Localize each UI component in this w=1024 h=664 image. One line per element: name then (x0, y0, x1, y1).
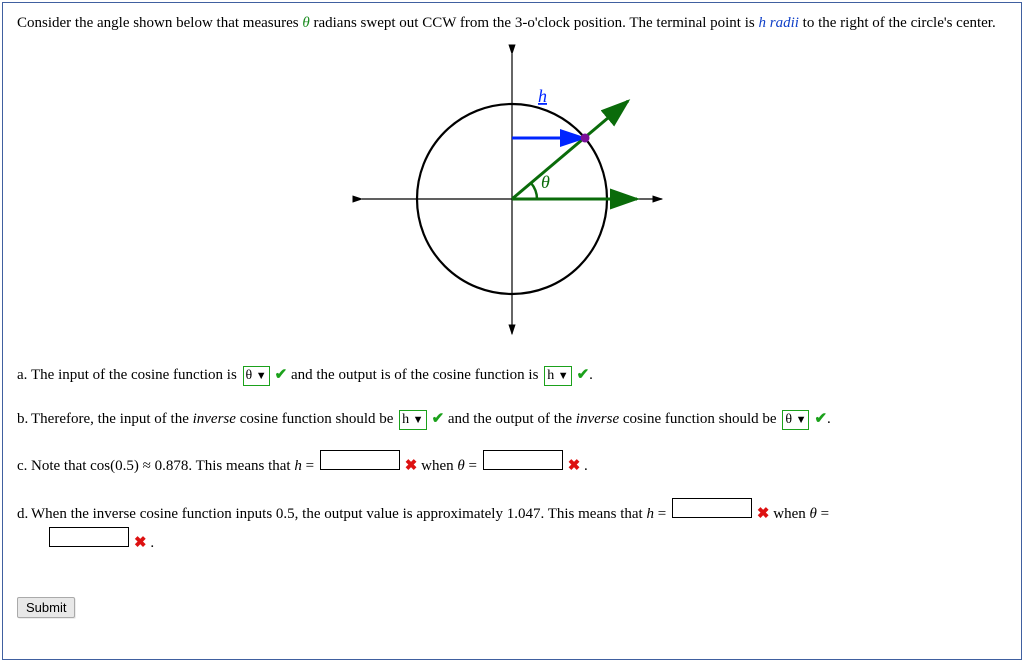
part-b-t4: cosine function should be (619, 411, 780, 427)
check-icon: ✔ (432, 411, 445, 427)
part-d-theta: θ (809, 506, 816, 522)
part-a-select-1[interactable]: θ ▼ (243, 366, 270, 386)
part-a-select-2-value: h (547, 368, 554, 383)
intro-mid: radians swept out CCW from the 3-o'clock… (310, 15, 759, 31)
chevron-down-icon: ▼ (796, 414, 807, 426)
part-c-h: h (294, 458, 302, 474)
part-d-eq2: = (817, 506, 829, 522)
part-b: b. Therefore, the input of the inverse c… (17, 407, 1007, 433)
part-d-h: h (646, 506, 654, 522)
check-icon: ✔ (577, 367, 590, 383)
x-icon: ✖ (757, 506, 770, 522)
part-c-t1: Note that cos(0.5) ≈ 0.878. This means t… (31, 458, 294, 474)
part-a-select-2[interactable]: h ▼ (544, 366, 571, 386)
x-icon: ✖ (568, 458, 581, 474)
part-c-eq2: = (465, 458, 481, 474)
part-d-dot: . (147, 535, 155, 551)
part-a-select-1-value: θ (246, 368, 253, 383)
figure-container: θ h (17, 39, 1007, 339)
part-c-dot: . (580, 458, 588, 474)
intro-paragraph: Consider the angle shown below that meas… (17, 13, 1007, 33)
intro-h-radii: h radii (758, 15, 798, 31)
part-d-when: when (769, 506, 809, 522)
figure-theta-label: θ (541, 172, 550, 192)
part-a-t2: and the output is of the cosine function… (287, 367, 542, 383)
part-b-select-2[interactable]: θ ▼ (782, 410, 809, 430)
part-b-t1: Therefore, the input of the (31, 411, 193, 427)
part-b-inverse-2: inverse (576, 411, 619, 427)
intro-post: to the right of the circle's center. (799, 15, 996, 31)
part-c-label: c. (17, 454, 31, 480)
part-c-when: when (417, 458, 457, 474)
problem-frame: Consider the angle shown below that meas… (2, 2, 1022, 660)
part-b-t5: . (827, 411, 831, 427)
part-d-eq1: = (654, 506, 670, 522)
part-b-t3: and the output of the (444, 411, 576, 427)
part-c-input-theta[interactable] (483, 450, 563, 470)
check-icon: ✔ (275, 367, 288, 383)
part-c-theta: θ (457, 458, 464, 474)
check-icon: ✔ (814, 411, 827, 427)
part-c-eq1: = (302, 458, 318, 474)
unit-circle-figure: θ h (322, 39, 702, 339)
intro-pre: Consider the angle shown below that meas… (17, 15, 302, 31)
chevron-down-icon: ▼ (558, 370, 569, 382)
part-d-input-h[interactable] (672, 498, 752, 518)
part-c: c. Note that cos(0.5) ≈ 0.878. This mean… (17, 450, 1007, 480)
chevron-down-icon: ▼ (256, 370, 267, 382)
figure-h-label: h (538, 86, 547, 106)
part-a-label: a. (17, 363, 31, 389)
intro-theta: θ (302, 15, 309, 31)
part-d-label: d. (17, 502, 31, 528)
submit-button[interactable]: Submit (17, 597, 75, 618)
part-d: d. When the inverse cosine function inpu… (17, 498, 1007, 557)
part-b-select-2-value: θ (785, 412, 792, 427)
part-a: a. The input of the cosine function is θ… (17, 363, 1007, 389)
part-b-inverse-1: inverse (193, 411, 236, 427)
part-a-t3: . (589, 367, 593, 383)
part-b-t2: cosine function should be (236, 411, 397, 427)
chevron-down-icon: ▼ (413, 414, 424, 426)
part-b-label: b. (17, 407, 31, 433)
part-d-input-theta[interactable] (49, 527, 129, 547)
part-d-t1: When the inverse cosine function inputs … (31, 506, 646, 522)
part-c-input-h[interactable] (320, 450, 400, 470)
x-icon: ✖ (134, 535, 147, 551)
part-a-t1: The input of the cosine function is (31, 367, 241, 383)
part-b-select-1[interactable]: h ▼ (399, 410, 426, 430)
x-icon: ✖ (405, 458, 418, 474)
part-b-select-1-value: h (402, 412, 409, 427)
